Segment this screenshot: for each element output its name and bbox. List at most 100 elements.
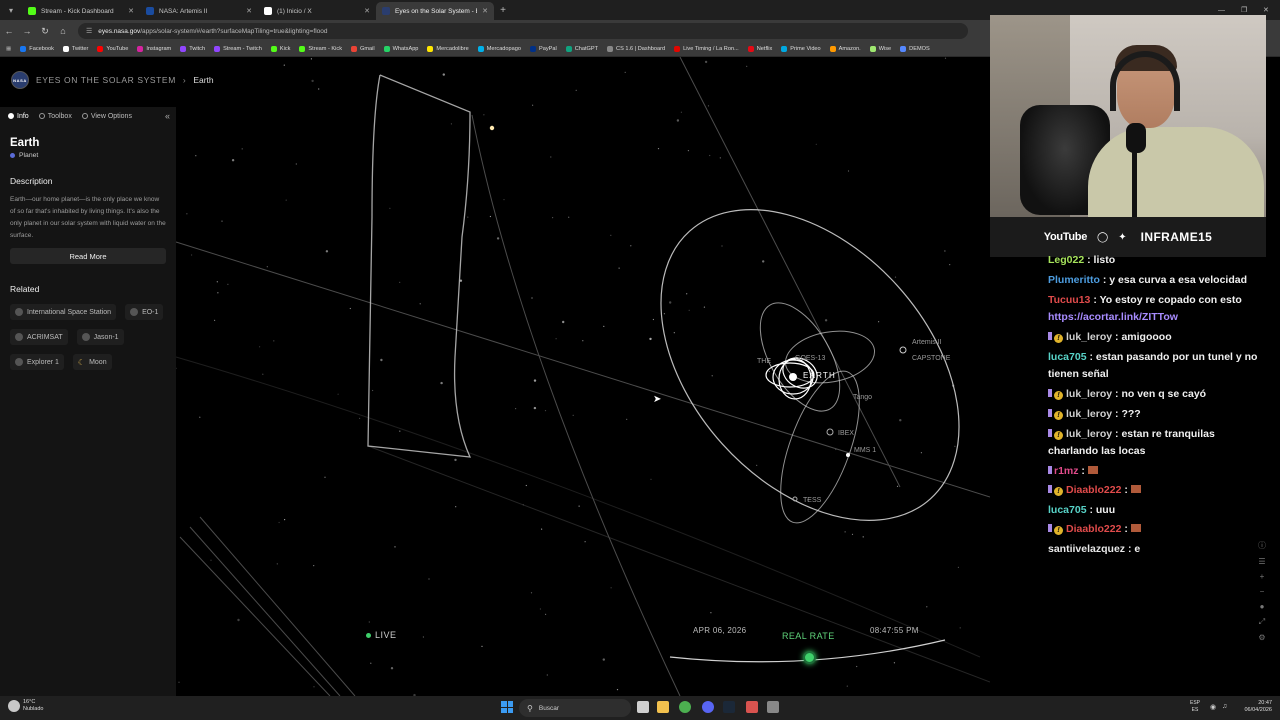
task-view-icon[interactable] [637,701,649,713]
mms-label[interactable]: MMS 1 [854,447,876,454]
close-tab-icon[interactable]: ✕ [482,7,488,15]
reload-icon[interactable]: ↻ [36,26,54,37]
bookmark-item[interactable]: YouTube [97,46,128,52]
taskbar-search[interactable]: ⚲ Buscar [519,699,631,717]
target-icon[interactable]: ● [1260,602,1265,611]
site-name[interactable]: EYES ON THE SOLAR SYSTEM [36,75,176,85]
live-button[interactable]: LIVE [366,630,397,640]
earth-marker[interactable] [789,373,797,381]
nasa-logo[interactable]: NASA [11,71,29,89]
bookmark-item[interactable]: CS 1.6 | Dashboard [607,46,665,52]
bookmark-item[interactable]: Amazon. [829,46,861,52]
related-chip[interactable]: ACRIMSAT [10,329,68,345]
related-chip[interactable]: International Space Station [10,304,117,320]
browser-tab[interactable]: Stream - Kick Dashboard ✕ [22,2,140,20]
themis-label[interactable]: THE [757,358,771,365]
related-chip[interactable]: ☾ Moon [72,354,112,370]
app-icon[interactable] [767,701,779,713]
steam-icon[interactable] [723,701,735,713]
settings-icon[interactable]: ⚙ [1258,633,1265,642]
artemis-label[interactable]: Artemis II [912,339,942,346]
bookmark-item[interactable]: Mercadolibre [427,46,469,52]
ibex-label[interactable]: IBEX [838,430,854,437]
mms-marker[interactable] [846,453,850,457]
related-chip[interactable]: EO-1 [125,304,164,320]
bookmark-item[interactable]: Stream - Twitch [214,46,262,52]
rate-label[interactable]: REAL RATE [782,631,835,641]
bookmark-item[interactable]: Netflix [747,46,772,52]
chat-username[interactable]: luca705 [1048,351,1087,363]
zoom-out-icon[interactable]: − [1260,587,1265,596]
bookmark-item[interactable]: Gmail [351,46,375,52]
bookmark-item[interactable]: Stream - Kick [299,46,342,52]
home-icon[interactable]: ⌂ [54,26,72,36]
chat-text[interactable]: https://acortar.link/ZITTow [1048,311,1178,323]
app-icon[interactable] [746,701,758,713]
tab-view-options[interactable]: View Options [81,113,132,120]
file-explorer-icon[interactable] [657,701,669,713]
tango-label[interactable]: Tango [853,394,872,401]
related-chip[interactable]: Jason-1 [76,329,124,345]
start-button[interactable] [501,701,513,713]
bookmark-item[interactable]: Mercadopago [477,46,521,52]
chat-username[interactable]: luca705 [1048,504,1087,516]
goes-label[interactable]: GOES-13 [795,355,825,362]
chat-username[interactable]: luk_leroy [1066,428,1112,440]
tab-toolbox[interactable]: Toolbox [38,113,72,120]
forward-icon[interactable]: → [18,26,36,36]
close-tab-icon[interactable]: ✕ [128,7,134,15]
chat-username[interactable]: r1mz [1054,465,1079,477]
chat-username[interactable]: Plumeritto [1048,274,1100,286]
url-input[interactable]: ☰ eyes.nasa.gov/apps/solar-system/#/eart… [78,23,968,39]
read-more-button[interactable]: Read More [10,248,166,264]
bookmark-item[interactable]: Instagram [137,46,171,52]
new-tab-button[interactable]: + [494,5,512,16]
layers-icon[interactable]: ☰ [1258,557,1265,566]
chat-username[interactable]: Diaablo222 [1066,523,1121,535]
time-display[interactable]: 08:47:55 PM [870,626,919,635]
tab-info[interactable]: Info [8,113,29,120]
bookmark-item[interactable]: Twitch [180,46,205,52]
artemis-marker[interactable] [899,346,907,354]
browser-tab[interactable]: NASA: Artemis II ✕ [140,2,258,20]
time-rate-slider-handle[interactable] [803,651,816,664]
related-chip[interactable]: Explorer 1 [10,354,64,370]
clock[interactable]: 20:47 06/04/2026 [1238,700,1272,714]
chat-username[interactable]: luk_leroy [1066,331,1112,343]
bookmark-item[interactable]: Live Timing / La Ron... [674,46,739,52]
close-tab-icon[interactable]: ✕ [364,7,370,15]
volume-icon[interactable]: ♫ [1222,703,1227,710]
bookmark-item[interactable]: Wise [869,46,891,52]
earth-label[interactable]: EARTH [803,371,836,380]
bookmark-item[interactable]: WhatsApp [383,46,418,52]
bookmark-item[interactable]: Facebook [20,46,54,52]
browser-tab[interactable]: Eyes on the Solar System - Earth ✕ [376,2,494,20]
wifi-icon[interactable]: ◉ [1210,703,1216,711]
chrome-icon[interactable] [679,701,691,713]
bookmark-item[interactable]: Twitter [62,46,88,52]
solar-system-viewport[interactable]: EARTH Artemis II CAPSTONE Tango IBEX MMS… [0,57,990,696]
chat-username[interactable]: Diaablo222 [1066,484,1121,496]
ibex-marker[interactable] [826,428,834,436]
bookmark-item[interactable]: ChatGPT [565,46,598,52]
apps-icon[interactable]: ▦ [6,46,11,52]
chat-username[interactable]: luk_leroy [1066,388,1112,400]
discord-icon[interactable] [702,701,714,713]
zoom-in-icon[interactable]: + [1260,572,1265,581]
bookmark-item[interactable]: DEMOS [900,46,930,52]
chat-username[interactable]: Leg022 [1048,254,1084,266]
collapse-panel-icon[interactable]: « [165,111,170,121]
browser-tab[interactable]: (1) Inicio / X ✕ [258,2,376,20]
tess-label[interactable]: TESS [803,497,822,504]
close-tab-icon[interactable]: ✕ [246,7,252,15]
bookmark-item[interactable]: PayPal [529,46,557,52]
capstone-label[interactable]: CAPSTONE [912,355,951,362]
chat-username[interactable]: luk_leroy [1066,408,1112,420]
info-icon[interactable]: ⓘ [1258,540,1266,551]
fullscreen-icon[interactable]: ⤢ [1259,617,1265,627]
bookmark-item[interactable]: Kick [270,46,290,52]
language-indicator[interactable]: ESP ES [1190,700,1200,714]
bookmark-item[interactable]: Prime Video [781,46,821,52]
weather-widget[interactable]: 16°C Nublado [8,699,44,713]
back-icon[interactable]: ← [0,26,18,36]
